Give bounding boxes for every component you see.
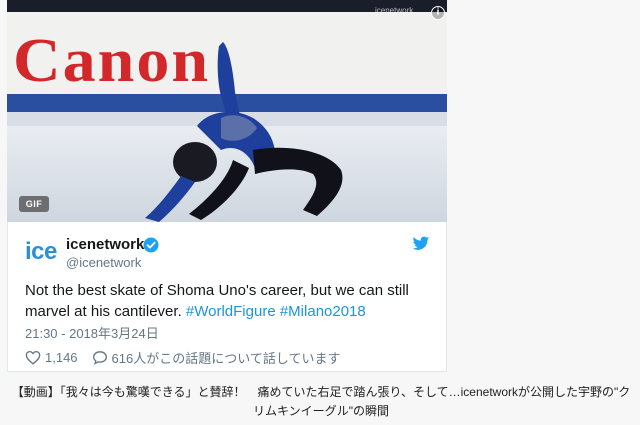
tweet-timestamp[interactable]: 21:30 - 2018年3月24日: [25, 323, 159, 342]
verified-badge-icon: [143, 237, 159, 253]
twitter-bird-icon[interactable]: [412, 236, 430, 252]
hashtag-worldfigure[interactable]: #WorldFigure: [186, 303, 276, 320]
info-icon[interactable]: i: [431, 6, 445, 20]
article-caption: 【動画】「我々は今も驚嘆できる」と賛辞！ 痛めていた右足で踏ん張り、そして…ic…: [11, 385, 631, 418]
tweet-card: ice icenetwork @icenetwork Not the best …: [7, 222, 447, 372]
speech-bubble-icon[interactable]: [92, 350, 108, 365]
gif-badge: GIF: [19, 196, 49, 212]
tweet-text: Not the best skate of Shoma Uno's career…: [25, 280, 425, 322]
tweet-actions: 1,146 616人がこの話題について話しています: [25, 348, 340, 366]
reply-summary[interactable]: 616人がこの話題について話しています: [112, 348, 341, 367]
like-count[interactable]: 1,146: [45, 350, 78, 365]
media-watermark: icenetwork: [375, 6, 414, 15]
hashtag-milano2018[interactable]: #Milano2018: [280, 303, 366, 320]
tweet-media-gif[interactable]: Canon GIF icenetwork i: [7, 0, 447, 222]
user-handle[interactable]: @icenetwork: [66, 255, 141, 270]
skater-figure: [145, 42, 343, 222]
avatar[interactable]: ice: [25, 238, 61, 266]
display-name[interactable]: icenetwork: [66, 236, 144, 253]
heart-icon[interactable]: [25, 350, 41, 365]
